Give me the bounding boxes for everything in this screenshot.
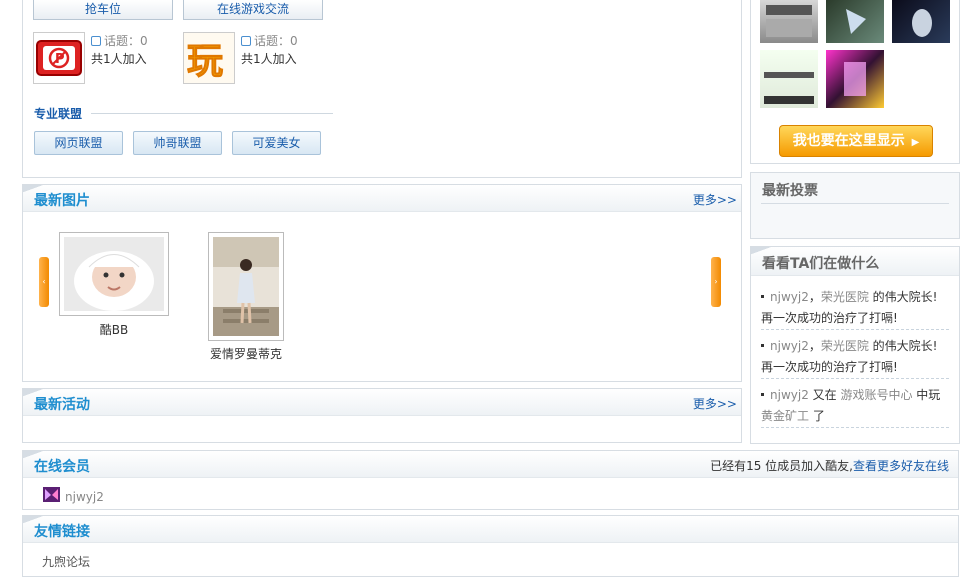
view-more-online-link[interactable]: 查看更多好友在线 [853, 459, 949, 473]
play-character-icon[interactable]: 玩 [183, 32, 235, 84]
showcase-thumb-4[interactable] [760, 50, 818, 108]
feed-text: 了 [809, 409, 825, 423]
feed-user-link[interactable]: njwyj2 [770, 388, 809, 402]
feed-place-link[interactable]: 荣光医院 [821, 339, 869, 353]
bullet-icon [761, 393, 764, 396]
carousel-left-arrow[interactable]: ‹ [39, 257, 49, 307]
group-tab-parking[interactable]: 抢车位 [33, 0, 173, 20]
feed-text: 中玩 [912, 388, 941, 402]
panel-header: 看看TA们在做什么 [751, 247, 959, 276]
panel-header: 最新活动 更多>> [23, 389, 741, 416]
online-summary: 已经有15 位成员加入酷友,查看更多好友在线 [710, 457, 949, 474]
latest-photos-panel: 最新图片 更多>> ‹ 酷BB 爱情罗曼蒂克 › [22, 184, 742, 382]
show-me-button-label: 我也要在这里显示 [792, 133, 905, 149]
group-2-topic-label: 话题：0 [254, 34, 298, 48]
showcase-thumb-5[interactable] [826, 50, 884, 108]
alliance-title: 专业联盟 [34, 107, 83, 121]
feed-item: njwyj2，荣光医院 的伟大院长! 再一次成功的治疗了打嗝! [761, 336, 949, 379]
group-1-topic-label: 话题：0 [104, 34, 148, 48]
online-members-title: 在线会员 [34, 459, 90, 475]
feed-item: njwyj2 又在 游戏账号中心 中玩 黄金矿工 了 [761, 385, 949, 428]
showcase-thumb-2[interactable] [826, 0, 884, 43]
member-avatar-icon[interactable] [43, 487, 60, 502]
panel-header: 在线会员 已经有15 位成员加入酷友,查看更多好友在线 [23, 451, 958, 478]
feed-text: 又在 [808, 388, 841, 402]
group-1-topics: 话题：0 [91, 32, 148, 49]
feed-place-link[interactable]: 荣光医院 [821, 290, 869, 304]
showcase-thumb-3[interactable] [892, 0, 950, 43]
svg-text:玩: 玩 [187, 41, 223, 82]
photo-thumb-baby[interactable] [59, 232, 169, 316]
group-2-members: 共1人加入 [241, 52, 297, 66]
feed-user-link[interactable]: njwyj2 [770, 339, 809, 353]
vote-divider [761, 203, 949, 204]
member-name-link[interactable]: njwyj2 [65, 490, 104, 504]
showcase-thumb-1[interactable] [760, 0, 818, 43]
feed-game-link[interactable]: 黄金矿工 [761, 409, 809, 423]
feed-user-link[interactable]: njwyj2 [770, 290, 809, 304]
feed-app-link[interactable]: 游戏账号中心 [840, 388, 912, 402]
latest-activities-panel: 最新活动 更多>> [22, 388, 742, 443]
online-members-panel: 在线会员 已经有15 位成员加入酷友,查看更多好友在线 njwyj2 [22, 450, 959, 510]
bullet-icon [761, 295, 764, 298]
group-1-members: 共1人加入 [91, 52, 147, 66]
friend-links-panel: 友情链接 九煦论坛 [22, 515, 959, 577]
latest-photos-title: 最新图片 [34, 193, 90, 209]
latest-activities-title: 最新活动 [34, 397, 90, 413]
showcase-panel: 我也要在这里显示 ▶ [750, 0, 960, 164]
topic-icon [241, 36, 251, 46]
panel-header: 最新图片 更多>> [23, 185, 741, 212]
topic-icon [91, 36, 101, 46]
vote-title: 最新投票 [762, 183, 818, 199]
feed-item: njwyj2，荣光医院 的伟大院长! 再一次成功的治疗了打嗝! [761, 287, 949, 330]
feed-title: 看看TA们在做什么 [762, 256, 880, 272]
group-tab-online-games[interactable]: 在线游戏交流 [183, 0, 323, 20]
activities-more-link[interactable]: 更多>> [693, 395, 737, 412]
alliance-handsome-button[interactable]: 帅哥联盟 [133, 131, 222, 155]
alliance-divider [91, 113, 333, 114]
friend-links-title: 友情链接 [34, 524, 90, 540]
groups-panel: 抢车位 在线游戏交流 P 话题：0 共1人加入 玩 话题：0 共1人加入 专业联… [22, 0, 742, 178]
alliance-cute-button[interactable]: 可爱美女 [232, 131, 321, 155]
photo-thumb-romance[interactable] [208, 232, 284, 341]
photo-caption[interactable]: 酷BB [59, 321, 169, 338]
caret-right-icon: ▶ [911, 137, 920, 148]
feed-separator: ， [808, 290, 821, 304]
vote-panel: 最新投票 [750, 172, 960, 239]
feed-separator: ， [808, 339, 821, 353]
parking-sign-icon[interactable]: P [33, 32, 85, 84]
carousel-right-arrow[interactable]: › [711, 257, 721, 307]
friend-link-item[interactable]: 九煦论坛 [42, 553, 90, 570]
photos-more-link[interactable]: 更多>> [693, 191, 737, 208]
alliance-web-button[interactable]: 网页联盟 [34, 131, 123, 155]
bullet-icon [761, 344, 764, 347]
show-me-button[interactable]: 我也要在这里显示 ▶ [779, 125, 933, 157]
online-summary-text: 已经有15 位成员加入酷友, [710, 459, 853, 473]
panel-header: 友情链接 [23, 516, 958, 543]
feed-panel: 看看TA们在做什么 njwyj2，荣光医院 的伟大院长! 再一次成功的治疗了打嗝… [750, 246, 960, 444]
group-2-topics: 话题：0 [241, 32, 298, 49]
photo-caption[interactable]: 爱情罗曼蒂克 [196, 345, 296, 362]
